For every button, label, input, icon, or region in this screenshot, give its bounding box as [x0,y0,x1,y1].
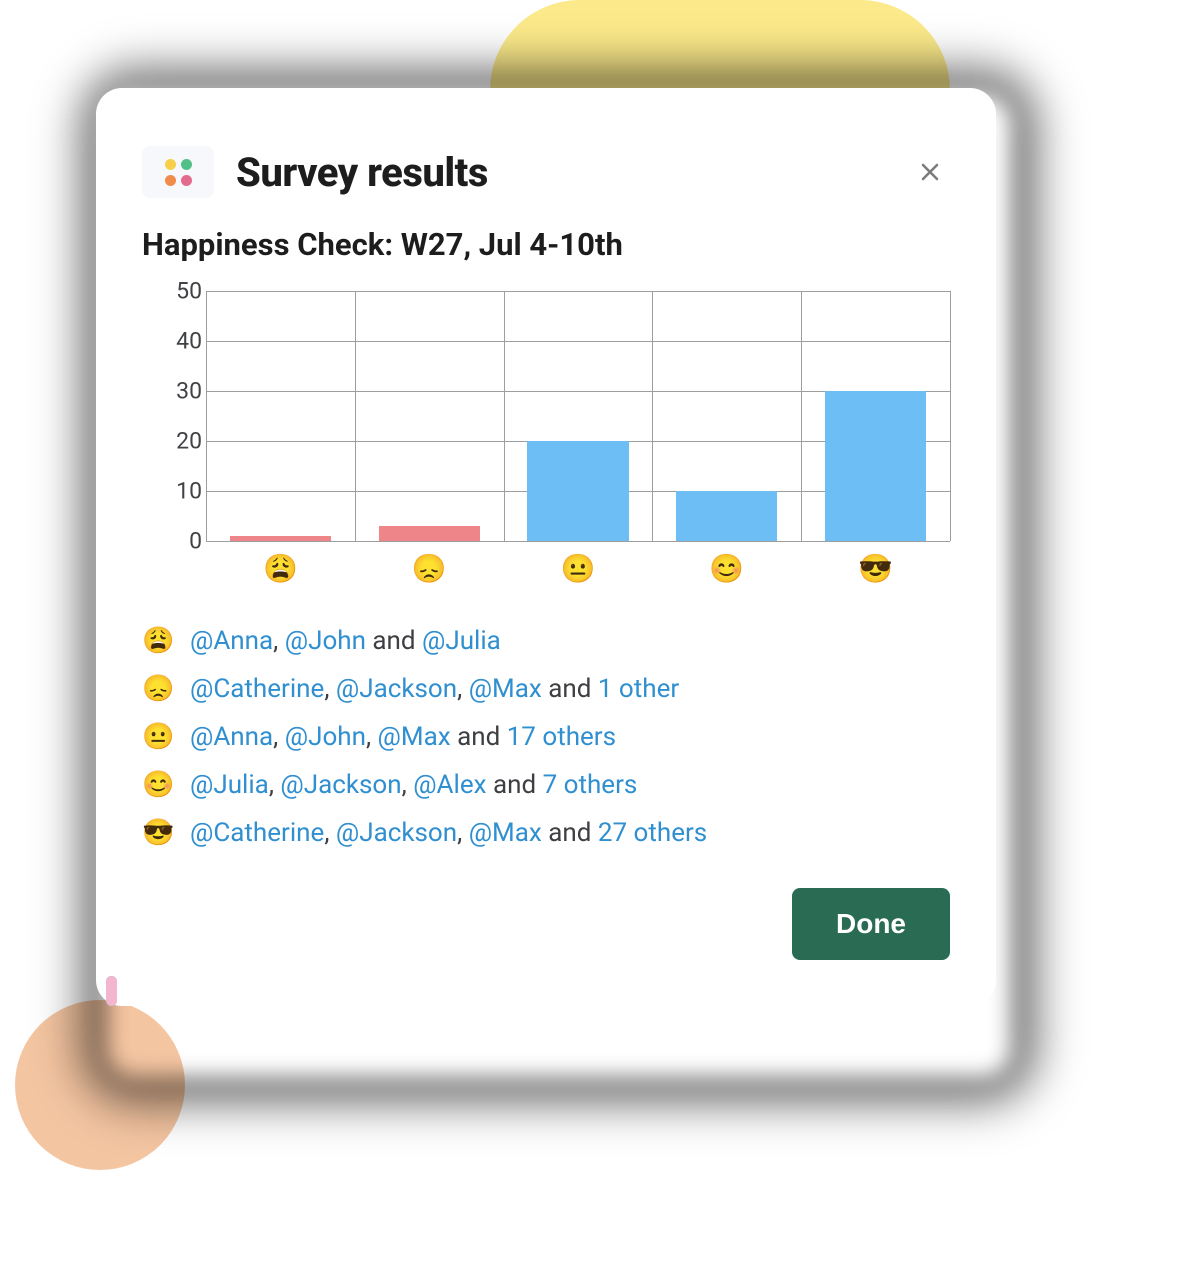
text-separator: , [457,674,469,704]
text-separator: and [366,626,422,656]
answer-row: 😩 @Anna, @John and @Julia [142,626,950,656]
user-mention[interactable]: @Max [469,818,542,848]
text-separator: , [269,770,281,800]
user-mention[interactable]: @Catherine [190,818,324,848]
text-separator: , [324,818,336,848]
modal-header: Survey results [142,146,950,198]
text-separator: and [487,770,543,800]
answer-emoji-icon: 😞 [142,674,172,704]
answer-text: @Catherine, @Jackson, @Max and 1 other [190,674,679,704]
answer-row: 😐 @Anna, @John, @Max and 17 others [142,722,950,752]
chart-gridline [206,291,950,292]
user-mention[interactable]: 7 others [543,770,638,800]
answer-text: @Anna, @John, @Max and 17 others [190,722,616,752]
chart-ytick-label: 0 [150,528,202,555]
close-icon [918,160,942,184]
chart-ytick-label: 40 [150,328,202,355]
answer-list: 😩 @Anna, @John and @Julia 😞 @Catherine, @Ja… [142,626,950,848]
chart-vline [801,291,802,541]
text-separator: , [273,722,285,752]
user-mention[interactable]: 27 others [598,818,707,848]
survey-subtitle: Happiness Check: W27, Jul 4-10th [142,226,950,263]
answer-row: 😎 @Catherine, @Jackson, @Max and 27 other… [142,818,950,848]
text-separator: and [451,722,507,752]
answer-emoji-icon: 😊 [142,770,172,800]
answer-row: 😊 @Julia, @Jackson, @Alex and 7 others [142,770,950,800]
user-mention[interactable]: @Max [378,722,451,752]
text-separator: , [273,626,285,656]
answer-emoji-icon: 😩 [142,626,172,656]
user-mention[interactable]: @John [285,722,366,752]
chart-plot-area [206,291,950,541]
text-separator: , [366,722,378,752]
user-mention[interactable]: @Jackson [336,818,457,848]
answer-emoji-icon: 😐 [142,722,172,752]
app-logo-icon [142,146,214,198]
user-mention[interactable]: @Julia [422,626,501,656]
chart-gridline [206,541,950,542]
chart-ytick-label: 50 [150,278,202,305]
chart-xtick-label: 😊 [652,546,801,591]
bar-chart: 😩😞😐😊😎 01020304050 [146,291,950,591]
user-mention[interactable]: 17 others [507,722,616,752]
chart-ytick-label: 30 [150,378,202,405]
user-mention[interactable]: @John [285,626,366,656]
user-mention[interactable]: @Max [469,674,542,704]
answer-text: @Julia, @Jackson, @Alex and 7 others [190,770,637,800]
chart-vline [355,291,356,541]
answer-text: @Anna, @John and @Julia [190,626,501,656]
chart-xtick-label: 😎 [801,546,950,591]
chart-xtick-label: 😩 [206,546,355,591]
close-button[interactable] [910,152,950,192]
chart-vline [504,291,505,541]
done-button[interactable]: Done [792,888,950,960]
survey-results-modal: Survey results Happiness Check: W27, Jul… [96,88,996,1006]
text-separator: , [402,770,414,800]
chart-ytick-label: 20 [150,428,202,455]
answer-text: @Catherine, @Jackson, @Max and 27 others [190,818,707,848]
user-mention[interactable]: @Catherine [190,674,324,704]
modal-footer: Done [142,888,950,960]
chart-xtick-label: 😐 [504,546,653,591]
user-mention[interactable]: @Jackson [336,674,457,704]
user-mention[interactable]: @Alex [413,770,486,800]
text-separator: and [542,674,598,704]
chart-ytick-label: 10 [150,478,202,505]
chart-vline [950,291,951,541]
text-separator: , [457,818,469,848]
user-mention[interactable]: 1 other [598,674,679,704]
chart-xtick-label: 😞 [355,546,504,591]
chart-gridline [206,341,950,342]
chart-vline [206,291,207,541]
user-mention[interactable]: @Anna [190,722,273,752]
user-mention[interactable]: @Julia [190,770,269,800]
answer-row: 😞 @Catherine, @Jackson, @Max and 1 other [142,674,950,704]
answer-emoji-icon: 😎 [142,818,172,848]
user-mention[interactable]: @Anna [190,626,273,656]
modal-title: Survey results [236,149,488,196]
chart-x-axis: 😩😞😐😊😎 [206,546,950,591]
text-separator: and [542,818,598,848]
text-separator: , [324,674,336,704]
chart-vline [652,291,653,541]
user-mention[interactable]: @Jackson [280,770,401,800]
